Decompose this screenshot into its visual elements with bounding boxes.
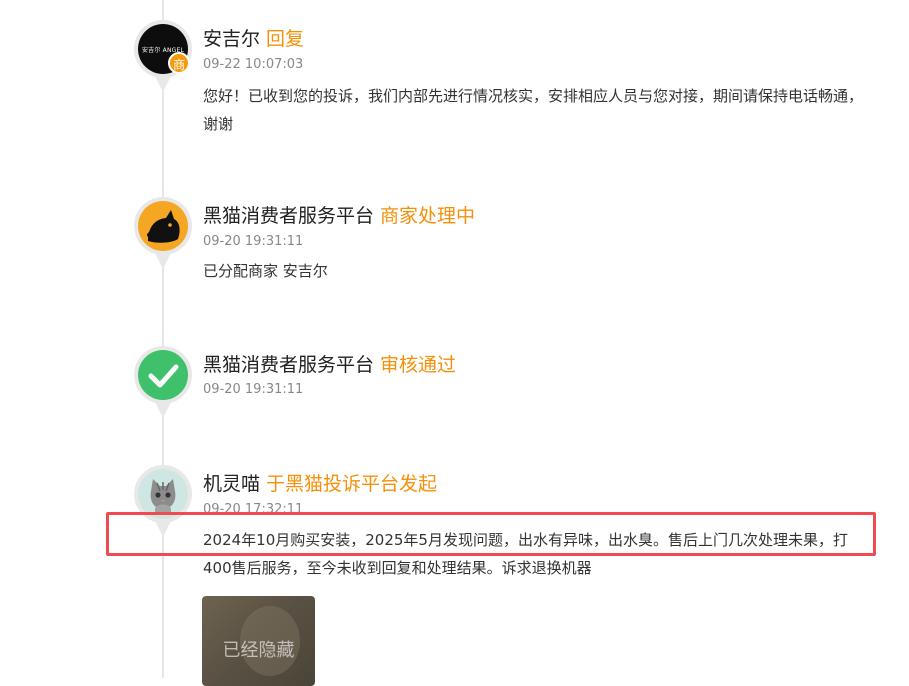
author-name[interactable]: 机灵喵	[203, 473, 260, 495]
entry-content: 您好！已收到您的投诉，我们内部先进行情况核实，安排相应人员与您对接，期间请保持电…	[203, 87, 864, 133]
author-name[interactable]: 安吉尔	[203, 28, 260, 50]
timeline-pin	[134, 346, 192, 404]
author-name[interactable]: 黑猫消费者服务平台	[203, 205, 374, 227]
entry-time: 09-22 10:07:03	[203, 57, 304, 72]
black-cat-icon	[138, 201, 188, 251]
entry-time: 09-20 19:31:11	[203, 234, 304, 249]
entry-header: 安吉尔 回复	[203, 24, 304, 51]
check-icon	[138, 350, 188, 400]
timeline-pin	[134, 197, 192, 255]
entry-status: 于黑猫投诉平台发起	[266, 473, 438, 495]
entry-status: 审核通过	[380, 354, 457, 376]
highlight-annotation-box	[106, 512, 876, 556]
hidden-label: 已经隐藏	[222, 640, 295, 661]
merchant-badge: 商	[168, 52, 190, 74]
entry-header: 黑猫消费者服务平台 商家处理中	[203, 201, 475, 228]
entry-status: 商家处理中	[380, 205, 476, 227]
entry-header: 黑猫消费者服务平台 审核通过	[203, 350, 456, 377]
hidden-image-attachment[interactable]: 已经隐藏	[202, 596, 315, 686]
entry-time: 09-20 19:31:11	[203, 382, 304, 397]
entry-content: 已分配商家 安吉尔	[203, 262, 328, 280]
author-name[interactable]: 黑猫消费者服务平台	[203, 354, 374, 376]
entry-header: 机灵喵 于黑猫投诉平台发起	[203, 469, 437, 496]
timeline-line	[162, 0, 164, 678]
entry-status: 回复	[266, 28, 305, 50]
